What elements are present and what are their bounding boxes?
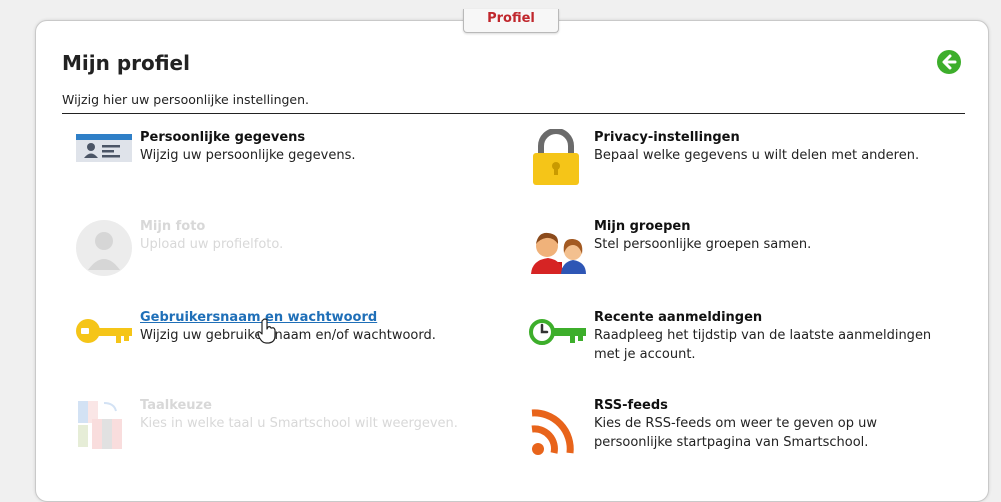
group-icon bbox=[528, 218, 588, 278]
item-title[interactable]: Privacy-instellingen bbox=[594, 129, 954, 146]
item-gebruikersnaam-wachtwoord[interactable]: Gebruikersnaam en wachtwoord Wijzig uw g… bbox=[74, 309, 494, 369]
item-privacy-instellingen[interactable]: Privacy-instellingen Bepaal welke gegeve… bbox=[528, 128, 948, 189]
divider bbox=[62, 113, 965, 114]
item-title[interactable]: Persoonlijke gegevens bbox=[140, 129, 500, 146]
language-flags-icon bbox=[74, 397, 134, 457]
item-desc: Stel persoonlijke groepen samen. bbox=[594, 237, 812, 252]
item-title[interactable]: RSS-feeds bbox=[594, 397, 954, 414]
item-persoonlijke-gegevens[interactable]: Persoonlijke gegevens Wijzig uw persoonl… bbox=[74, 129, 494, 189]
key-icon bbox=[74, 309, 134, 369]
item-rss-feeds[interactable]: RSS-feeds Kies de RSS-feeds om weer te g… bbox=[528, 397, 948, 457]
item-taalkeuze[interactable]: Taalkeuze Kies in welke taal u Smartscho… bbox=[74, 397, 494, 457]
profile-panel: Mijn profiel Wijzig hier uw persoonlijke… bbox=[35, 20, 989, 502]
item-desc: Kies in welke taal u Smartschool wilt we… bbox=[140, 416, 458, 431]
item-title[interactable]: Recente aanmeldingen bbox=[594, 309, 954, 326]
hand-cursor-icon bbox=[257, 318, 277, 348]
item-recente-aanmeldingen[interactable]: Recente aanmeldingen Raadpleeg het tijds… bbox=[528, 309, 948, 369]
item-title[interactable]: Mijn groepen bbox=[594, 218, 954, 235]
item-title[interactable]: Mijn foto bbox=[140, 218, 500, 235]
tab-profiel[interactable]: Profiel bbox=[463, 9, 559, 33]
item-desc: Wijzig uw gebruikersnaam en/of wachtwoor… bbox=[140, 328, 436, 343]
item-title[interactable]: Taalkeuze bbox=[140, 397, 500, 414]
item-desc: Upload uw profielfoto. bbox=[140, 237, 284, 252]
rss-icon bbox=[528, 397, 588, 457]
page-subtitle: Wijzig hier uw persoonlijke instellingen… bbox=[62, 92, 310, 107]
item-desc: Wijzig uw persoonlijke gegevens. bbox=[140, 148, 356, 163]
page-title: Mijn profiel bbox=[62, 51, 190, 75]
item-mijn-groepen[interactable]: Mijn groepen Stel persoonlijke groepen s… bbox=[528, 218, 948, 278]
item-desc: Kies de RSS-feeds om weer te geven op uw… bbox=[594, 416, 877, 450]
clock-key-icon bbox=[528, 309, 588, 369]
item-desc: Raadpleeg het tijdstip van de laatste aa… bbox=[594, 328, 932, 362]
item-desc: Bepaal welke gegevens u wilt delen met a… bbox=[594, 148, 920, 163]
item-mijn-foto[interactable]: Mijn foto Upload uw profielfoto. bbox=[74, 218, 494, 278]
padlock-icon bbox=[528, 128, 588, 189]
id-card-icon bbox=[74, 129, 134, 189]
avatar-icon bbox=[74, 218, 134, 278]
back-button[interactable] bbox=[937, 50, 961, 74]
arrow-left-icon bbox=[942, 54, 957, 70]
item-title-link[interactable]: Gebruikersnaam en wachtwoord bbox=[140, 309, 500, 326]
